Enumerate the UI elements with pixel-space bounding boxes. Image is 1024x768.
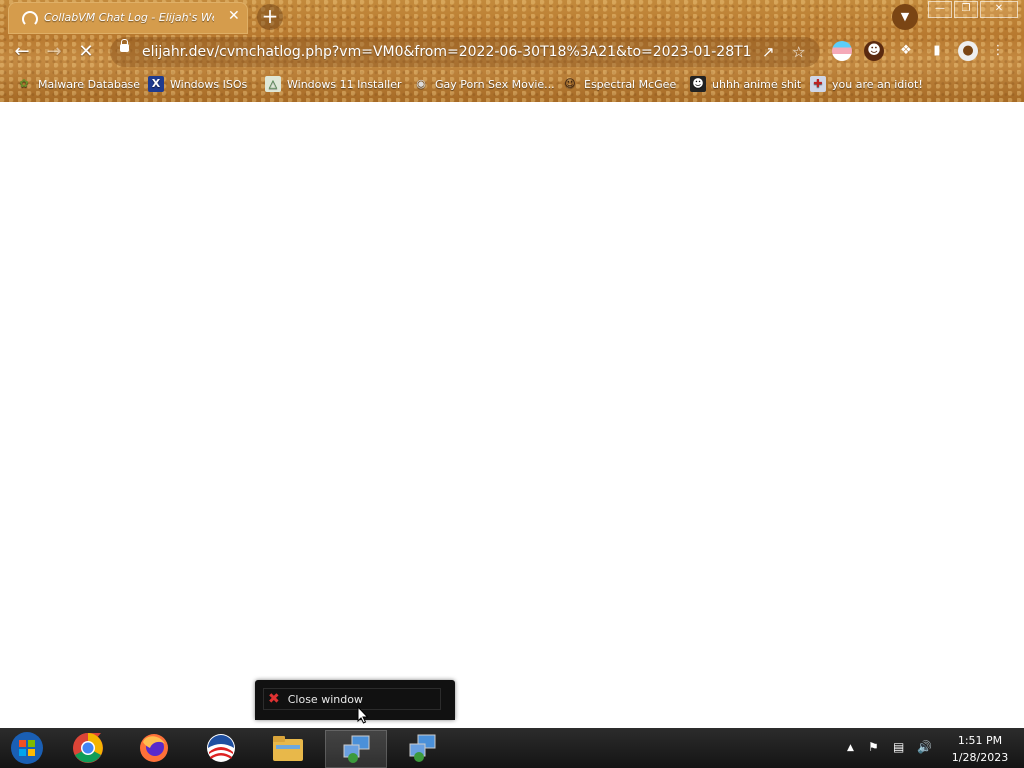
clock-time: 1:51 PM bbox=[957, 734, 1003, 747]
firefox-icon bbox=[140, 734, 168, 762]
face-icon: ☺ bbox=[564, 77, 576, 90]
bookmark-label: Gay Porn Sex Movie... bbox=[435, 77, 555, 91]
system-clock[interactable]: 1:51 PM 1/28/2023 bbox=[940, 732, 1020, 766]
mouse-cursor-icon bbox=[357, 706, 369, 724]
bookmark-label: you are an idiot! bbox=[832, 77, 923, 91]
taskbar-remote-desktop-1[interactable] bbox=[325, 730, 387, 768]
bookmark-star-icon[interactable]: ☆ bbox=[792, 43, 805, 61]
bookmark-label: Windows ISOs bbox=[170, 77, 248, 91]
clock-date: 1/28/2023 bbox=[951, 751, 1009, 764]
taskbar-remote-desktop-2[interactable] bbox=[392, 730, 452, 766]
folder-icon bbox=[273, 736, 303, 761]
taskbar-obama-logo[interactable] bbox=[191, 730, 251, 766]
page-content bbox=[0, 102, 1024, 728]
taskbar-jump-list: ✖ Close window bbox=[255, 680, 455, 720]
disk-icon: ◉ bbox=[416, 77, 426, 90]
tab-close-icon[interactable]: ✕ bbox=[228, 8, 240, 24]
x-logo-icon: X bbox=[148, 76, 164, 92]
lock-icon bbox=[120, 39, 129, 52]
chrome-icon bbox=[73, 733, 103, 763]
taskbar-file-explorer[interactable] bbox=[258, 730, 318, 766]
image-icon: △ bbox=[265, 76, 281, 92]
url-text: elijahr.dev/cvmchatlog.php?vm=VM0&from=2… bbox=[142, 44, 752, 60]
bookmarks-bar: ✿ Malware Database X Windows ISOs △ Wind… bbox=[0, 72, 1024, 96]
bookmark-espectral-mcgee[interactable]: ☺ Espectral McGee bbox=[562, 75, 676, 93]
new-tab-button[interactable]: + bbox=[257, 4, 283, 30]
bookmark-windows-isos[interactable]: X Windows ISOs bbox=[148, 75, 247, 93]
profile-avatar-icon[interactable]: ● bbox=[958, 41, 978, 61]
bookmark-label: Malware Database bbox=[38, 77, 141, 91]
browser-chrome: CollabVM Chat Log - Elijah's Web ✕ + ▼ —… bbox=[0, 0, 1024, 102]
bookmark-windows-11-installer[interactable]: △ Windows 11 Installer bbox=[265, 75, 402, 93]
restore-button[interactable]: ❐ bbox=[954, 1, 978, 18]
bookmark-label: Windows 11 Installer bbox=[287, 77, 402, 91]
start-button[interactable] bbox=[0, 730, 54, 766]
volume-icon[interactable]: 🔊 bbox=[917, 740, 932, 754]
minimize-button[interactable]: — bbox=[928, 1, 952, 18]
bookmark-movie[interactable]: ◉ Gay Porn Sex Movie... bbox=[413, 75, 555, 93]
close-window-label: Close window bbox=[287, 692, 363, 706]
action-center-flag-icon[interactable]: ⚑ bbox=[868, 740, 879, 754]
remote-desktop-icon bbox=[409, 734, 436, 762]
bookmark-label: Espectral McGee bbox=[584, 77, 677, 91]
close-button[interactable]: ✕ bbox=[980, 1, 1018, 18]
network-icon[interactable]: ▤ bbox=[893, 740, 904, 754]
anime-icon: ☻ bbox=[690, 76, 706, 92]
extensions-puzzle-icon[interactable]: ❖ bbox=[896, 41, 916, 61]
taskbar-chrome[interactable] bbox=[58, 730, 118, 766]
close-window-menu-item[interactable]: ✖ Close window bbox=[263, 688, 441, 710]
share-icon[interactable]: ↗ bbox=[762, 43, 775, 61]
tab-search-button[interactable]: ▼ bbox=[892, 4, 918, 30]
taskbar-firefox[interactable] bbox=[124, 730, 184, 766]
bookmark-label: uhhh anime shit bbox=[712, 77, 802, 91]
loading-spinner-icon bbox=[22, 11, 38, 27]
bookmark-you-are-an-idiot[interactable]: ✚ you are an idiot! bbox=[810, 75, 923, 93]
side-panel-icon[interactable]: ▮ bbox=[927, 41, 947, 61]
extension-flag-icon[interactable] bbox=[832, 41, 852, 61]
obama-logo-icon bbox=[207, 734, 235, 762]
address-bar[interactable]: elijahr.dev/cvmchatlog.php?vm=VM0&from=2… bbox=[110, 37, 820, 67]
forward-icon[interactable]: → bbox=[42, 40, 66, 64]
tab-title: CollabVM Chat Log - Elijah's Web bbox=[44, 11, 214, 24]
menu-kebab-icon[interactable]: ⋮ bbox=[988, 41, 1008, 61]
remote-desktop-icon bbox=[343, 735, 370, 763]
stop-loading-icon[interactable]: ✕ bbox=[74, 40, 98, 64]
start-orb-icon bbox=[11, 732, 43, 764]
extension-avatar-icon[interactable]: ☻ bbox=[864, 41, 884, 61]
close-icon: ✖ bbox=[268, 691, 280, 707]
show-hidden-icons-icon[interactable]: ▲ bbox=[847, 743, 854, 753]
bookmark-malware-database[interactable]: ✿ Malware Database bbox=[16, 75, 140, 93]
bookmark-anime[interactable]: ☻ uhhh anime shit bbox=[690, 75, 801, 93]
browser-tab[interactable]: CollabVM Chat Log - Elijah's Web ✕ bbox=[8, 2, 248, 34]
leaf-icon: ✿ bbox=[19, 77, 29, 90]
flag-icon: ✚ bbox=[810, 76, 826, 92]
back-icon[interactable]: ← bbox=[10, 40, 34, 64]
